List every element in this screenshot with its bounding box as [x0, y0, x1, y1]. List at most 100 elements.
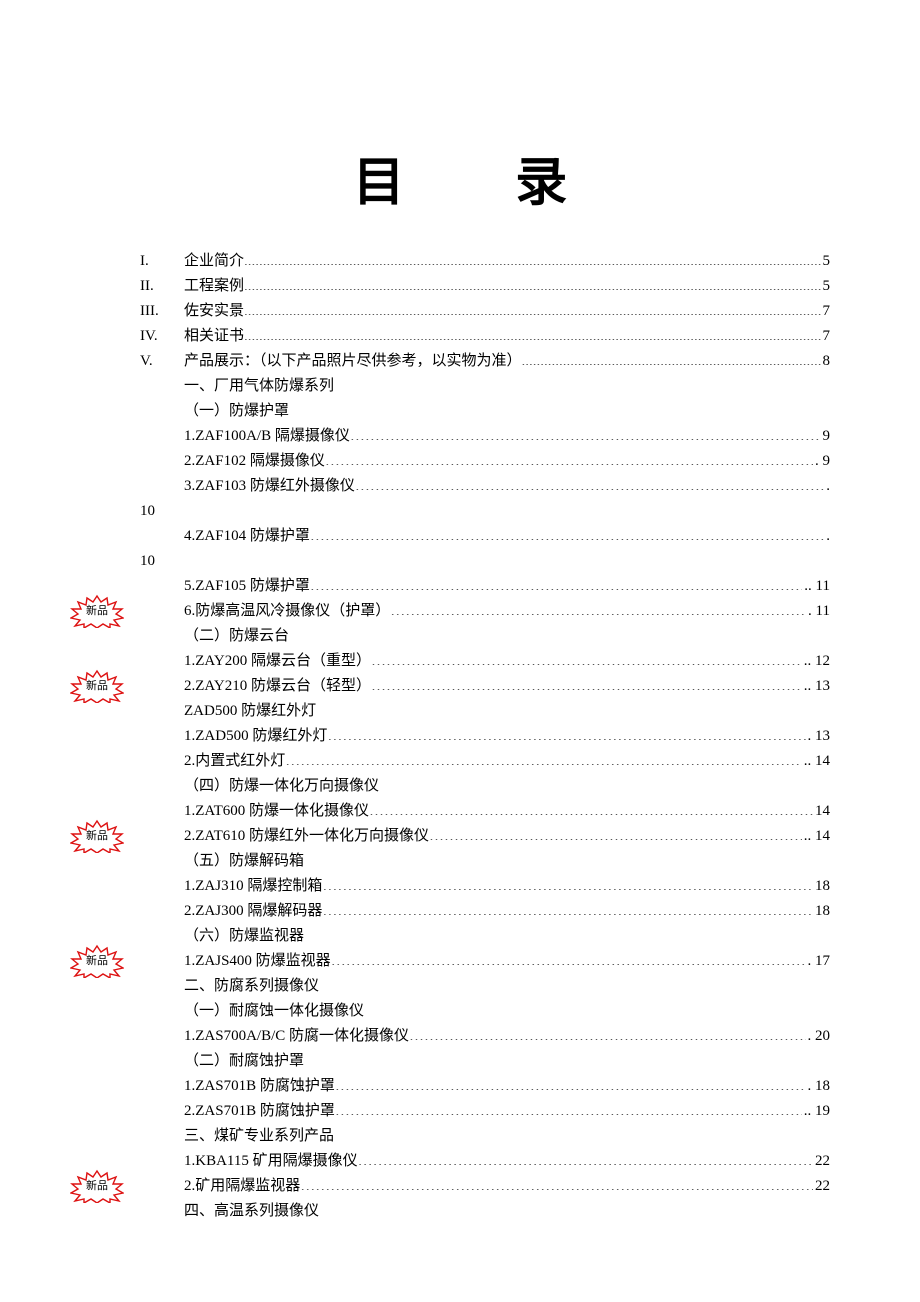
toc-entry-label: 2.ZAF102 隔爆摄像仪 — [184, 449, 325, 473]
toc-entry: 2.ZAS701B 防腐蚀护罩 .. 19 — [90, 1099, 830, 1123]
toc-leader — [335, 1100, 802, 1115]
toc-entry: 一、厂用气体防爆系列 — [90, 374, 830, 398]
toc-entry-trail: . — [824, 524, 830, 548]
toc-leader — [325, 450, 813, 465]
toc-entry-number: IV. — [140, 324, 184, 348]
new-product-badge: 新品 — [70, 669, 124, 703]
toc-entry: 新品2.ZAT610 防爆红外一体化万向摄像仪.. 14 — [90, 824, 830, 848]
toc-leader — [350, 425, 821, 440]
toc-entry: 2.内置式红外灯 .. 14 — [90, 749, 830, 773]
toc-entry-page: 22 — [813, 1174, 830, 1198]
toc-entry-label: （一）耐腐蚀一体化摄像仪 — [184, 999, 364, 1023]
toc-entry-label: 2.ZAJ300 隔爆解码器 — [184, 899, 322, 923]
toc-entry-page: 5 — [821, 249, 831, 273]
toc-entry: 1.ZAS700A/B/C 防腐一体化摄像仪. 20 — [90, 1024, 830, 1048]
badge-text: 新品 — [86, 674, 108, 698]
toc-entry-label: 1.ZAJS400 防爆监视器 — [184, 949, 331, 973]
toc-entry-label: 产品展示：（以下产品照片尽供参考，以实物为准） — [184, 349, 522, 373]
toc-entry-page: .. 13 — [802, 674, 830, 698]
toc-entry-page: 18 — [813, 899, 830, 923]
toc-entry-label: 一、厂用气体防爆系列 — [184, 374, 334, 398]
toc-leader — [390, 600, 806, 615]
toc-entry-label: 1.ZAT600 防爆一体化摄像仪 — [184, 799, 369, 823]
toc-entry-label: 2.ZAT610 防爆红外一体化万向摄像仪 — [184, 824, 429, 848]
toc-entry: 5.ZAF105 防爆护罩 .. 11 — [90, 574, 830, 598]
toc-entry: 二、防腐系列摄像仪 — [90, 974, 830, 998]
toc-entry: II.工程案例 5 — [90, 274, 830, 298]
toc-entry-label: 5.ZAF105 防爆护罩 — [184, 574, 310, 598]
toc-leader — [244, 325, 820, 340]
toc-entry-page: . 9 — [813, 449, 830, 473]
toc-leader — [358, 1150, 813, 1165]
toc-leader — [429, 825, 802, 840]
toc-leader — [322, 875, 813, 890]
page-title: 目 录 — [90, 140, 830, 215]
toc-entry: V.产品展示：（以下产品照片尽供参考，以实物为准） 8 — [90, 349, 830, 373]
toc-entry-label: 3.ZAF103 防爆红外摄像仪 — [184, 474, 355, 498]
toc-entry: （一）防爆护罩 — [90, 399, 830, 423]
new-product-badge: 新品 — [70, 819, 124, 853]
toc-entry-page-wrapped: 10 — [90, 499, 830, 523]
toc-entry: IV.相关证书 7 — [90, 324, 830, 348]
toc-entry-page: 7 — [821, 324, 831, 348]
toc-leader — [244, 275, 820, 290]
toc-entry-label: 1.ZAS700A/B/C 防腐一体化摄像仪 — [184, 1024, 409, 1048]
toc-entry-page: . 11 — [806, 599, 830, 623]
toc-entry-label: 6.防爆高温风冷摄像仪（护罩） — [184, 599, 390, 623]
toc-entry-label: 2.内置式红外灯 — [184, 749, 285, 773]
starburst-icon: 新品 — [70, 944, 124, 978]
toc-entry-page: . 18 — [806, 1074, 831, 1098]
toc-entry: 1.ZAF100A/B 隔爆摄像仪 9 — [90, 424, 830, 448]
toc-entry-trail: . — [824, 474, 830, 498]
new-product-badge: 新品 — [70, 1169, 124, 1203]
new-product-badge: 新品 — [70, 594, 124, 628]
toc-entry: （二）耐腐蚀护罩 — [90, 1049, 830, 1073]
toc-entry-label: 1.ZAY200 隔爆云台（重型） — [184, 649, 371, 673]
toc-entry-label: 四、高温系列摄像仪 — [184, 1199, 319, 1223]
toc-leader — [322, 900, 813, 915]
toc-entry: 1.KBA115 矿用隔爆摄像仪 22 — [90, 1149, 830, 1173]
toc-entry-label: （五）防爆解码箱 — [184, 849, 304, 873]
toc-leader — [369, 800, 813, 815]
toc-entry-number: II. — [140, 274, 184, 298]
toc-entry: 2.ZAF102 隔爆摄像仪 . 9 — [90, 449, 830, 473]
toc-leader — [409, 1025, 805, 1040]
toc-entry: 1.ZAD500 防爆红外灯 . 13 — [90, 724, 830, 748]
toc-entry-label: ZAD500 防爆红外灯 — [184, 699, 316, 723]
toc-entry-page: . 17 — [806, 949, 831, 973]
toc-entry-label: 1.ZAF100A/B 隔爆摄像仪 — [184, 424, 350, 448]
toc-entry-page: . 13 — [806, 724, 831, 748]
toc-entry-page: 7 — [821, 299, 831, 323]
toc-entry: I.企业简介 5 — [90, 249, 830, 273]
toc-entry-label: 4.ZAF104 防爆护罩 — [184, 524, 310, 548]
toc-entry-page: 14 — [813, 799, 830, 823]
toc-entry-label: 1.ZAS701B 防腐蚀护罩 — [184, 1074, 335, 1098]
badge-text: 新品 — [86, 824, 108, 848]
toc-entry-page: .. 14 — [802, 749, 830, 773]
toc-leader — [300, 1175, 813, 1190]
toc-leader — [371, 650, 802, 665]
toc-leader — [355, 475, 824, 490]
starburst-icon: 新品 — [70, 594, 124, 628]
new-product-badge: 新品 — [70, 944, 124, 978]
toc-leader — [244, 250, 820, 265]
toc-leader — [310, 525, 824, 540]
toc-entry-page: .. 12 — [802, 649, 830, 673]
toc-entry: 新品1.ZAJS400 防爆监视器. 17 — [90, 949, 830, 973]
starburst-icon: 新品 — [70, 669, 124, 703]
toc-entry-label: 2.ZAS701B 防腐蚀护罩 — [184, 1099, 335, 1123]
toc-entry-label: 二、防腐系列摄像仪 — [184, 974, 319, 998]
toc-leader — [335, 1075, 806, 1090]
toc-entry-page: 18 — [813, 874, 830, 898]
toc-leader — [371, 675, 802, 690]
toc-entry-page: 5 — [821, 274, 831, 298]
toc-entry-label: 1.ZAD500 防爆红外灯 — [184, 724, 327, 748]
toc-entry: 4.ZAF104 防爆护罩. — [90, 524, 830, 548]
toc-entry-label: 1.ZAJ310 隔爆控制箱 — [184, 874, 322, 898]
toc-entry-page: .. 19 — [802, 1099, 830, 1123]
toc-entry-page: .. 11 — [802, 574, 830, 598]
toc-entry: 1.ZAY200 隔爆云台（重型） .. 12 — [90, 649, 830, 673]
toc-entry-number: III. — [140, 299, 184, 323]
toc-entry: 四、高温系列摄像仪 — [90, 1199, 830, 1223]
toc-entry-page: 8 — [821, 349, 831, 373]
